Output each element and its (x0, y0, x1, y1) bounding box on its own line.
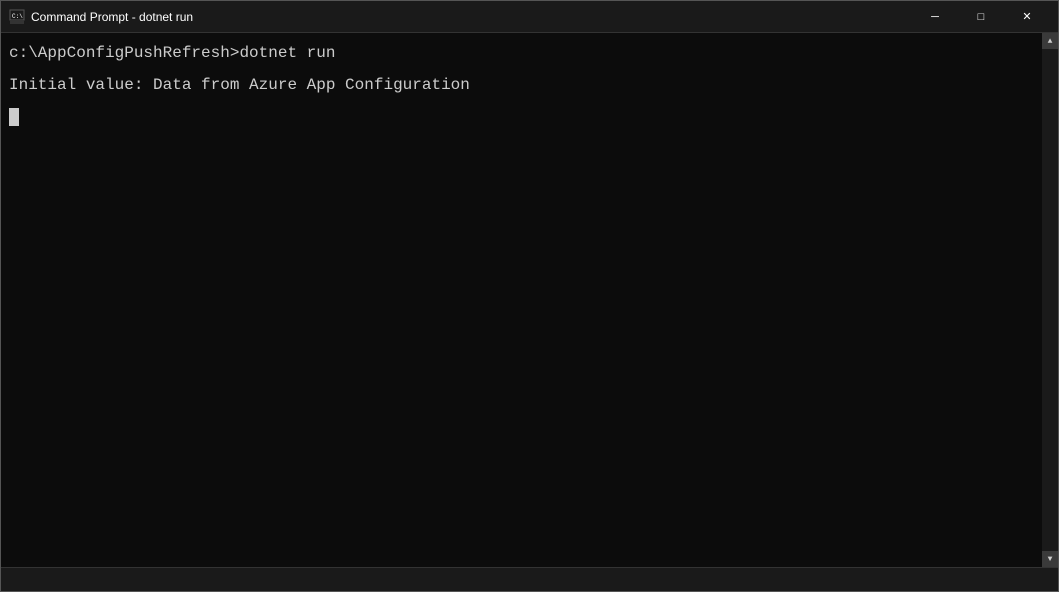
bottom-bar (1, 567, 1058, 591)
scrollbar-up-button[interactable]: ▲ (1042, 33, 1058, 49)
window-icon: C:\ (9, 9, 25, 25)
window-title: Command Prompt - dotnet run (31, 10, 912, 24)
window-controls: ─ □ ✕ (912, 1, 1050, 33)
minimize-button[interactable]: ─ (912, 1, 958, 33)
scrollbar[interactable]: ▲ ▼ (1042, 33, 1058, 567)
terminal-cursor (9, 108, 19, 126)
title-bar: C:\ Command Prompt - dotnet run ─ □ ✕ (1, 1, 1058, 33)
scrollbar-down-button[interactable]: ▼ (1042, 551, 1058, 567)
terminal-line-1: c:\AppConfigPushRefresh>dotnet run (9, 37, 1050, 69)
cursor-line (9, 101, 1050, 133)
maximize-button[interactable]: □ (958, 1, 1004, 33)
terminal-body[interactable]: c:\AppConfigPushRefresh>dotnet run Initi… (1, 33, 1058, 567)
svg-text:C:\: C:\ (12, 13, 23, 20)
terminal-line-2: Initial value: Data from Azure App Confi… (9, 69, 1050, 101)
close-button[interactable]: ✕ (1004, 1, 1050, 33)
window: C:\ Command Prompt - dotnet run ─ □ ✕ c:… (0, 0, 1059, 592)
